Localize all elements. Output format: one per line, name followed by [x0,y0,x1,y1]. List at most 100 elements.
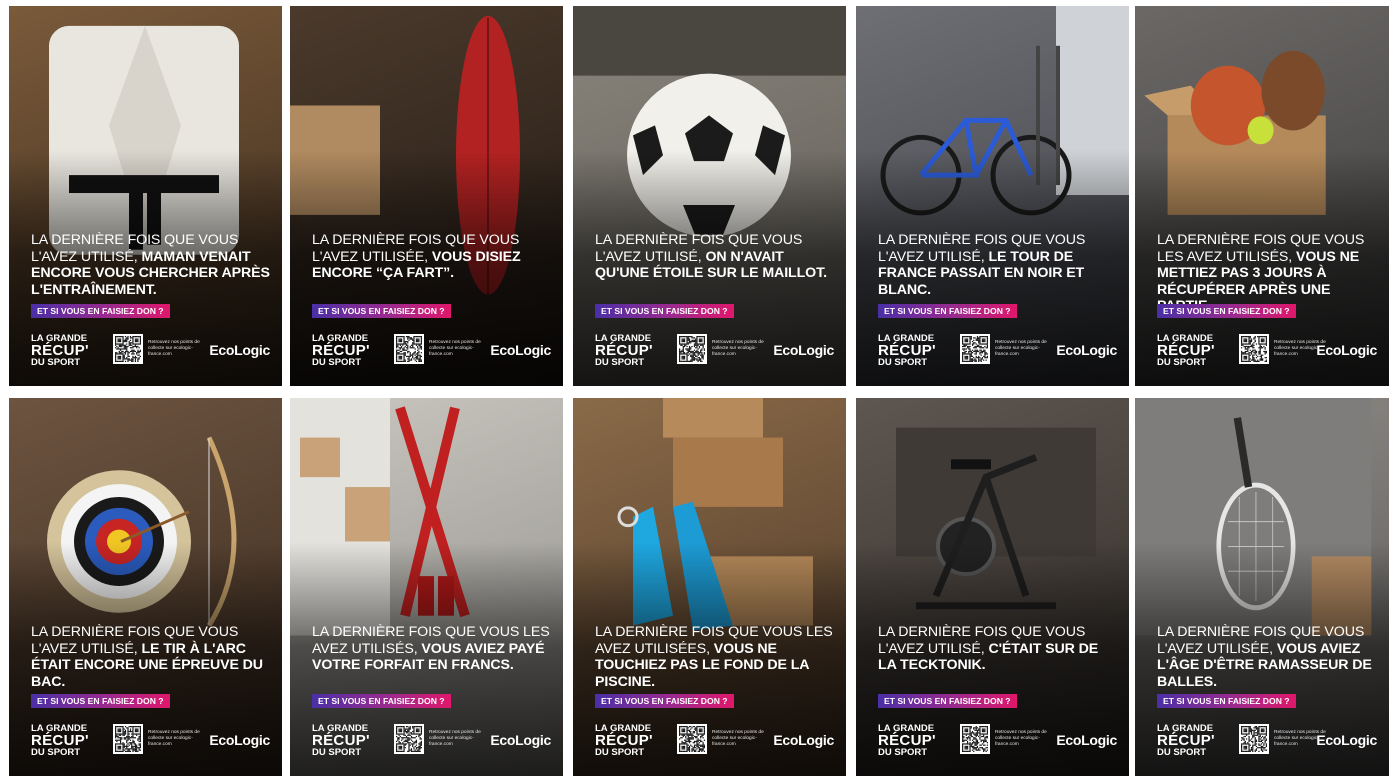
poster-footer: LA GRANDE RÉCUP' DU SPORT Retrouvez nos … [312,334,553,374]
headline: LA DERNIÈRE FOIS QUE VOUS L'AVEZ UTILISÉ… [31,624,272,690]
legal-note [553,626,557,696]
brand-line-3: DU SPORT [1157,747,1207,758]
campaign-brand: LA GRANDE RÉCUP' DU SPORT [312,724,392,758]
qr-code-icon[interactable] [394,334,424,364]
qr-caption: Retrouvez nos points de collecte sur eco… [429,340,481,357]
qr-caption: Retrouvez nos points de collecte sur eco… [712,730,764,747]
campaign-brand: LA GRANDE RÉCUP' DU SPORT [1157,334,1237,368]
qr-code-icon[interactable] [1239,334,1269,364]
brand-line-2: RÉCUP' [31,342,89,359]
ecologic-logo: EcoLogic [1316,342,1377,358]
brand-line-2: RÉCUP' [312,342,370,359]
campaign-poster-2: LA DERNIÈRE FOIS QUE VOUS L'AVEZ UTILISÉ… [290,6,563,386]
legal-note [272,626,276,696]
qr-code-icon[interactable] [960,334,990,364]
ecologic-logo: EcoLogic [209,342,270,358]
campaign-poster-9: LA DERNIÈRE FOIS QUE VOUS L'AVEZ UTILISÉ… [856,398,1129,776]
legal-note [1379,236,1383,306]
headline: LA DERNIÈRE FOIS QUE VOUS L'AVEZ UTILISÉ… [595,232,836,282]
legal-note [836,626,840,696]
brand-line-3: DU SPORT [878,747,928,758]
campaign-poster-10: LA DERNIÈRE FOIS QUE VOUS L'AVEZ UTILISÉ… [1135,398,1389,776]
brand-line-3: DU SPORT [595,357,645,368]
campaign-poster-6: LA DERNIÈRE FOIS QUE VOUS L'AVEZ UTILISÉ… [9,398,282,776]
campaign-brand: LA GRANDE RÉCUP' DU SPORT [1157,724,1237,758]
poster-footer: LA GRANDE RÉCUP' DU SPORT Retrouvez nos … [31,334,272,374]
ecologic-logo: EcoLogic [1056,732,1117,748]
legal-note [1119,236,1123,306]
poster-footer: LA GRANDE RÉCUP' DU SPORT Retrouvez nos … [595,334,836,374]
cta-banner: ET SI VOUS EN FAISIEZ DON ? [1157,694,1296,708]
qr-code-icon[interactable] [960,724,990,754]
qr-code-icon[interactable] [113,334,143,364]
legal-note [553,236,557,306]
poster-footer: LA GRANDE RÉCUP' DU SPORT Retrouvez nos … [31,724,272,764]
headline: LA DERNIÈRE FOIS QUE VOUS L'AVEZ UTILISÉ… [878,624,1119,674]
campaign-brand: LA GRANDE RÉCUP' DU SPORT [595,724,675,758]
legal-note [272,236,276,306]
ecologic-logo: EcoLogic [490,342,551,358]
poster-footer: LA GRANDE RÉCUP' DU SPORT Retrouvez nos … [1157,334,1379,374]
brand-line-3: DU SPORT [595,747,645,758]
brand-line-2: RÉCUP' [595,732,653,749]
brand-line-2: RÉCUP' [1157,342,1215,359]
ecologic-logo: EcoLogic [1316,732,1377,748]
poster-footer: LA GRANDE RÉCUP' DU SPORT Retrouvez nos … [878,724,1119,764]
poster-footer: LA GRANDE RÉCUP' DU SPORT Retrouvez nos … [878,334,1119,374]
qr-caption: Retrouvez nos points de collecte sur eco… [995,730,1047,747]
poster-footer: LA GRANDE RÉCUP' DU SPORT Retrouvez nos … [312,724,553,764]
campaign-poster-1: LA DERNIÈRE FOIS QUE VOUS L'AVEZ UTILISÉ… [9,6,282,386]
legal-note [1119,626,1123,696]
campaign-brand: LA GRANDE RÉCUP' DU SPORT [312,334,392,368]
ecologic-logo: EcoLogic [773,732,834,748]
poster-footer: LA GRANDE RÉCUP' DU SPORT Retrouvez nos … [595,724,836,764]
cta-banner: ET SI VOUS EN FAISIEZ DON ? [312,694,451,708]
qr-code-icon[interactable] [1239,724,1269,754]
campaign-poster-8: LA DERNIÈRE FOIS QUE VOUS LES AVEZ UTILI… [573,398,846,776]
brand-line-3: DU SPORT [312,357,362,368]
cta-banner: ET SI VOUS EN FAISIEZ DON ? [312,304,451,318]
headline: LA DERNIÈRE FOIS QUE VOUS L'AVEZ UTILISÉ… [31,232,272,298]
poster-grid: LA DERNIÈRE FOIS QUE VOUS L'AVEZ UTILISÉ… [0,0,1389,778]
legal-note [1379,626,1383,696]
brand-line-3: DU SPORT [878,357,928,368]
headline: LA DERNIÈRE FOIS QUE VOUS LES AVEZ UTILI… [1157,232,1379,315]
brand-line-2: RÉCUP' [31,732,89,749]
campaign-poster-5: LA DERNIÈRE FOIS QUE VOUS LES AVEZ UTILI… [1135,6,1389,386]
brand-line-2: RÉCUP' [878,342,936,359]
qr-code-icon[interactable] [677,334,707,364]
headline: LA DERNIÈRE FOIS QUE VOUS L'AVEZ UTILISÉ… [1157,624,1379,690]
campaign-brand: LA GRANDE RÉCUP' DU SPORT [31,334,111,368]
qr-caption: Retrouvez nos points de collecte sur eco… [148,340,200,357]
campaign-brand: LA GRANDE RÉCUP' DU SPORT [31,724,111,758]
brand-line-2: RÉCUP' [312,732,370,749]
headline: LA DERNIÈRE FOIS QUE VOUS LES AVEZ UTILI… [312,624,553,674]
ecologic-logo: EcoLogic [209,732,270,748]
campaign-brand: LA GRANDE RÉCUP' DU SPORT [595,334,675,368]
campaign-poster-7: LA DERNIÈRE FOIS QUE VOUS LES AVEZ UTILI… [290,398,563,776]
ecologic-logo: EcoLogic [490,732,551,748]
campaign-brand: LA GRANDE RÉCUP' DU SPORT [878,724,958,758]
cta-banner: ET SI VOUS EN FAISIEZ DON ? [878,694,1017,708]
campaign-poster-3: LA DERNIÈRE FOIS QUE VOUS L'AVEZ UTILISÉ… [573,6,846,386]
cta-banner: ET SI VOUS EN FAISIEZ DON ? [595,694,734,708]
campaign-poster-4: LA DERNIÈRE FOIS QUE VOUS L'AVEZ UTILISÉ… [856,6,1129,386]
qr-caption: Retrouvez nos points de collecte sur eco… [148,730,200,747]
qr-caption: Retrouvez nos points de collecte sur eco… [995,340,1047,357]
qr-caption: Retrouvez nos points de collecte sur eco… [712,340,764,357]
brand-line-3: DU SPORT [312,747,362,758]
headline: LA DERNIÈRE FOIS QUE VOUS L'AVEZ UTILISÉ… [878,232,1119,298]
brand-line-3: DU SPORT [31,357,81,368]
cta-banner: ET SI VOUS EN FAISIEZ DON ? [31,694,170,708]
qr-code-icon[interactable] [113,724,143,754]
ecologic-logo: EcoLogic [773,342,834,358]
brand-line-2: RÉCUP' [595,342,653,359]
brand-line-2: RÉCUP' [878,732,936,749]
qr-code-icon[interactable] [394,724,424,754]
qr-code-icon[interactable] [677,724,707,754]
brand-line-3: DU SPORT [1157,357,1207,368]
legal-note [836,236,840,306]
headline: LA DERNIÈRE FOIS QUE VOUS L'AVEZ UTILISÉ… [312,232,553,282]
ecologic-logo: EcoLogic [1056,342,1117,358]
poster-footer: LA GRANDE RÉCUP' DU SPORT Retrouvez nos … [1157,724,1379,764]
